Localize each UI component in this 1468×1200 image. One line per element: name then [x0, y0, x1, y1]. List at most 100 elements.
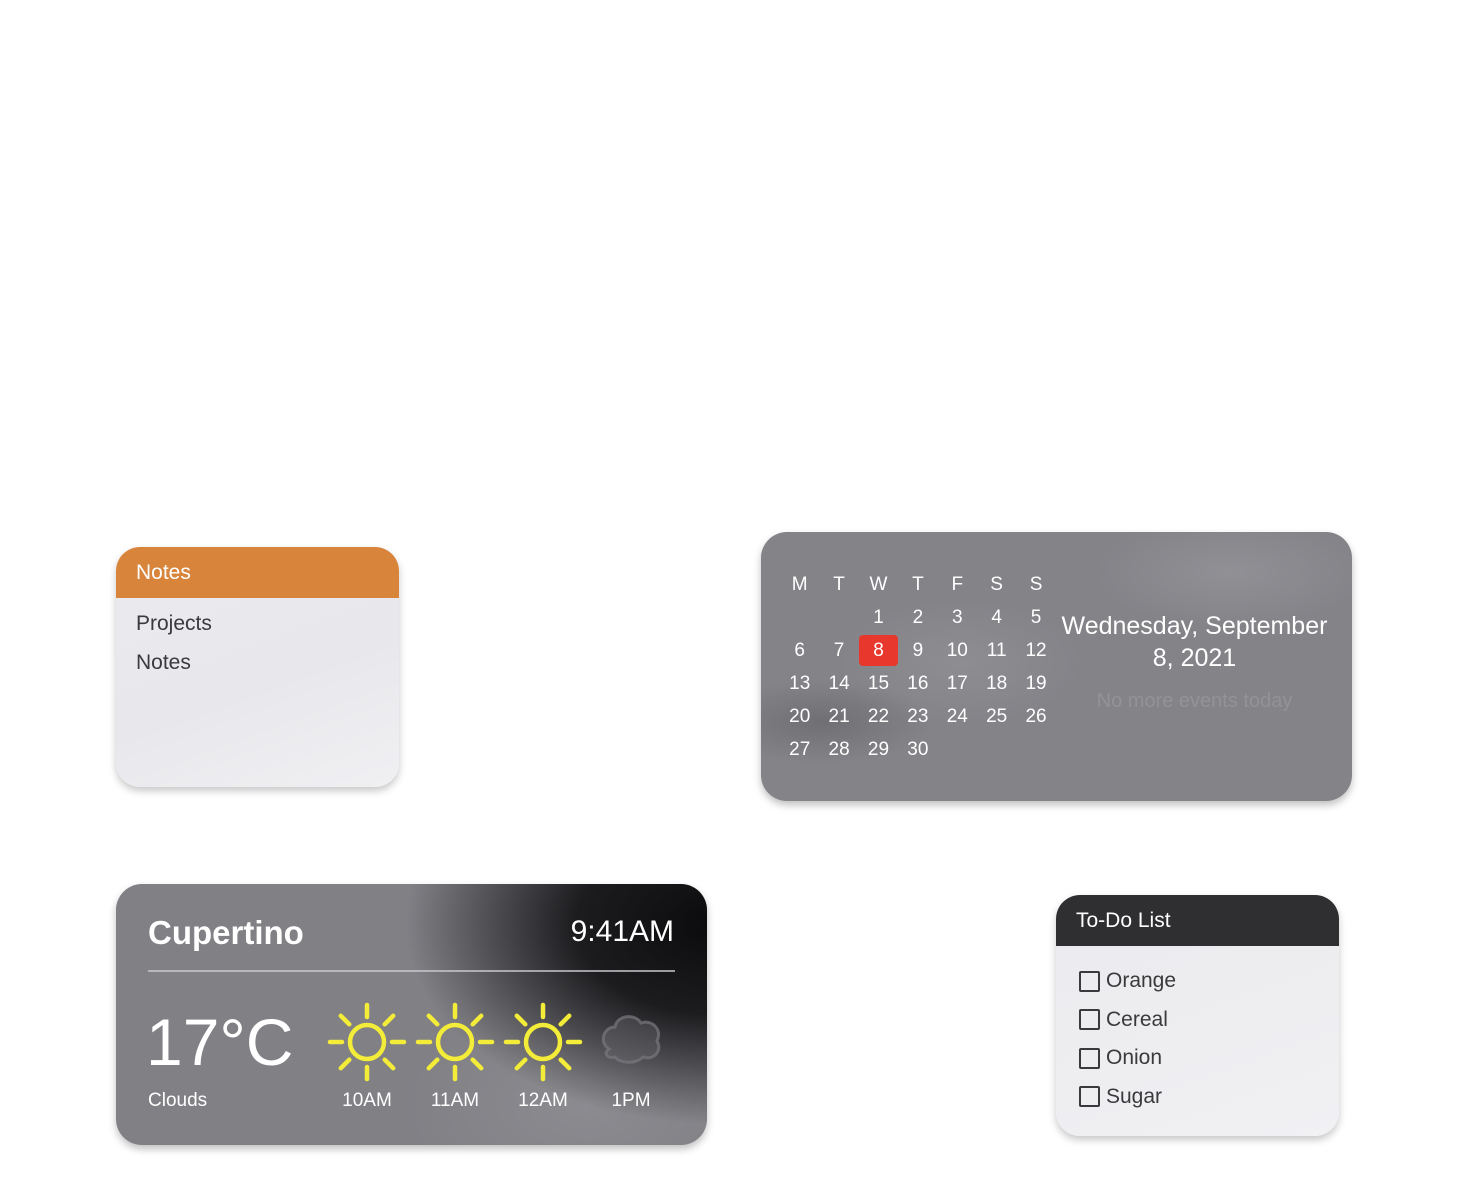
todo-item[interactable]: Sugar [1079, 1078, 1339, 1117]
calendar-day-number: 22 [867, 706, 890, 727]
calendar-day[interactable]: 1 [859, 601, 898, 634]
forecast-item: 12AM [499, 999, 587, 1119]
checkbox[interactable] [1079, 1009, 1100, 1031]
calendar-day[interactable]: 14 [819, 667, 858, 700]
calendar-day[interactable]: 28 [819, 733, 858, 766]
todo-item[interactable]: Onion [1079, 1039, 1339, 1078]
calendar-day[interactable]: 29 [859, 733, 898, 766]
calendar-day-number: 16 [907, 673, 929, 694]
calendar-week-row: 1 2 3 4 5 [780, 601, 1056, 634]
calendar-day[interactable]: 27 [780, 733, 819, 766]
calendar-weekday-row: MTWTFSS [780, 568, 1056, 601]
calendar-day[interactable]: 25 [977, 700, 1016, 733]
forecast-time: 10AM [342, 1090, 392, 1111]
calendar-week-row: 20 21 22 23 24 25 26 [780, 700, 1056, 733]
calendar-weekday-label: S [1029, 574, 1043, 595]
desktop: Notes Projects Notes M T W T F S S 1 2 3 4 5 6 7 8 9 10 1… [0, 0, 1468, 1200]
calendar-day[interactable]: 13 [780, 667, 819, 700]
calendar-day[interactable]: 3 [938, 601, 977, 634]
calendar-day[interactable]: 16 [898, 667, 937, 700]
calendar-day-number: 6 [794, 640, 805, 661]
calendar-week-row: 27 28 29 30 [780, 733, 1056, 766]
calendar-weekday-label: T [912, 574, 924, 595]
calendar-day-number: 14 [828, 673, 850, 694]
calendar-day-number: 30 [907, 739, 929, 760]
calendar-day-number: 8 [873, 640, 884, 661]
calendar-day-number: 2 [912, 607, 924, 628]
todo-item-label: Orange [1106, 969, 1177, 993]
calendar-day[interactable]: 2 [898, 601, 937, 634]
calendar-day[interactable]: 18 [977, 667, 1016, 700]
calendar-day[interactable]: 24 [938, 700, 977, 733]
weather-city: Cupertino [148, 914, 304, 951]
weather-condition: Clouds [148, 1090, 208, 1111]
calendar-week-row: 13 14 15 16 17 18 19 [780, 667, 1056, 700]
calendar-day[interactable]: 23 [898, 700, 937, 733]
calendar-day-number: 13 [789, 673, 811, 694]
todo-item[interactable]: Cereal [1079, 1001, 1339, 1040]
calendar-day [819, 601, 858, 634]
calendar-day[interactable]: 30 [898, 733, 937, 766]
calendar-day[interactable]: 6 [780, 634, 819, 667]
calendar-day-number: 9 [912, 640, 924, 661]
calendar-day[interactable]: 19 [1016, 667, 1055, 700]
todo-widget-title: To-Do List [1056, 895, 1339, 946]
calendar-day[interactable]: 12 [1016, 634, 1055, 667]
calendar-day[interactable]: 21 [819, 700, 858, 733]
calendar-day [780, 601, 819, 634]
forecast-time: 11AM [430, 1090, 480, 1111]
calendar-day[interactable]: 10 [938, 634, 977, 667]
calendar-day-today[interactable]: 8 [858, 634, 899, 667]
weather-temperature: 17°C [146, 1005, 294, 1079]
calendar-day-number: 28 [828, 739, 850, 760]
calendar-day-number: 4 [991, 607, 1002, 628]
calendar-day-number: 29 [867, 739, 890, 760]
calendar-day-number: 24 [946, 706, 968, 727]
calendar-day-number: 21 [828, 706, 850, 727]
calendar-day[interactable]: 20 [780, 700, 819, 733]
weather-time: 9:41AM [570, 915, 674, 948]
calendar-day[interactable]: 26 [1016, 700, 1055, 733]
cloud-icon [601, 1015, 661, 1064]
calendar-day[interactable]: 22 [859, 700, 898, 733]
notes-widget[interactable]: Notes Projects Notes [116, 547, 399, 787]
sun-icon [503, 1002, 583, 1082]
weather-divider [148, 970, 675, 972]
todo-list: Orange Cereal Onion Sugar [1056, 946, 1339, 1116]
calendar-day-number: 23 [907, 706, 929, 727]
calendar-day-number: 26 [1025, 706, 1047, 727]
calendar-widget[interactable]: M T W T F S S 1 2 3 4 5 6 7 8 9 10 11 12 13 14 15 16 17 18 19 20 21… [761, 532, 1352, 801]
calendar-day-number: 10 [946, 640, 968, 661]
checkbox[interactable] [1079, 1047, 1100, 1069]
weather-widget[interactable]: Cupertino 9:41AM 17°C Clouds 10AM 11AM 12A… [116, 884, 707, 1145]
forecast-time: 12AM [518, 1090, 568, 1111]
calendar-events-text: No more events today [1096, 690, 1293, 712]
calendar-day-number: 27 [789, 739, 811, 760]
todo-item[interactable]: Orange [1079, 962, 1339, 1001]
calendar-day[interactable]: 9 [898, 634, 937, 667]
notes-list: Projects Notes [116, 598, 399, 688]
todo-widget[interactable]: To-Do List Orange Cereal Onion Sugar [1056, 895, 1339, 1136]
calendar-day[interactable]: 4 [977, 601, 1016, 634]
calendar-day-number: 17 [946, 673, 968, 694]
calendar-date-title: Wednesday, September 8, 2021 [1061, 612, 1328, 672]
calendar-weekday-label: S [990, 574, 1003, 595]
notes-item[interactable]: Notes [136, 649, 379, 688]
calendar-day[interactable]: 17 [938, 667, 977, 700]
calendar-weekday-label: T [833, 574, 845, 595]
calendar-day[interactable]: 11 [977, 634, 1016, 667]
sun-icon [327, 1002, 407, 1082]
calendar-day[interactable]: 5 [1016, 601, 1055, 634]
forecast-item: 10AM [323, 999, 411, 1119]
calendar-day[interactable]: 15 [859, 667, 898, 700]
calendar-day-number: 15 [867, 673, 890, 694]
checkbox[interactable] [1079, 970, 1100, 992]
calendar-day-number: 11 [986, 640, 1007, 661]
todo-item-label: Sugar [1106, 1084, 1163, 1108]
todo-item-label: Cereal [1106, 1007, 1168, 1031]
notes-item[interactable]: Projects [136, 610, 379, 649]
calendar-day [938, 733, 977, 766]
calendar-day-number: 3 [951, 607, 963, 628]
checkbox[interactable] [1079, 1086, 1100, 1108]
calendar-day[interactable]: 7 [819, 634, 858, 667]
